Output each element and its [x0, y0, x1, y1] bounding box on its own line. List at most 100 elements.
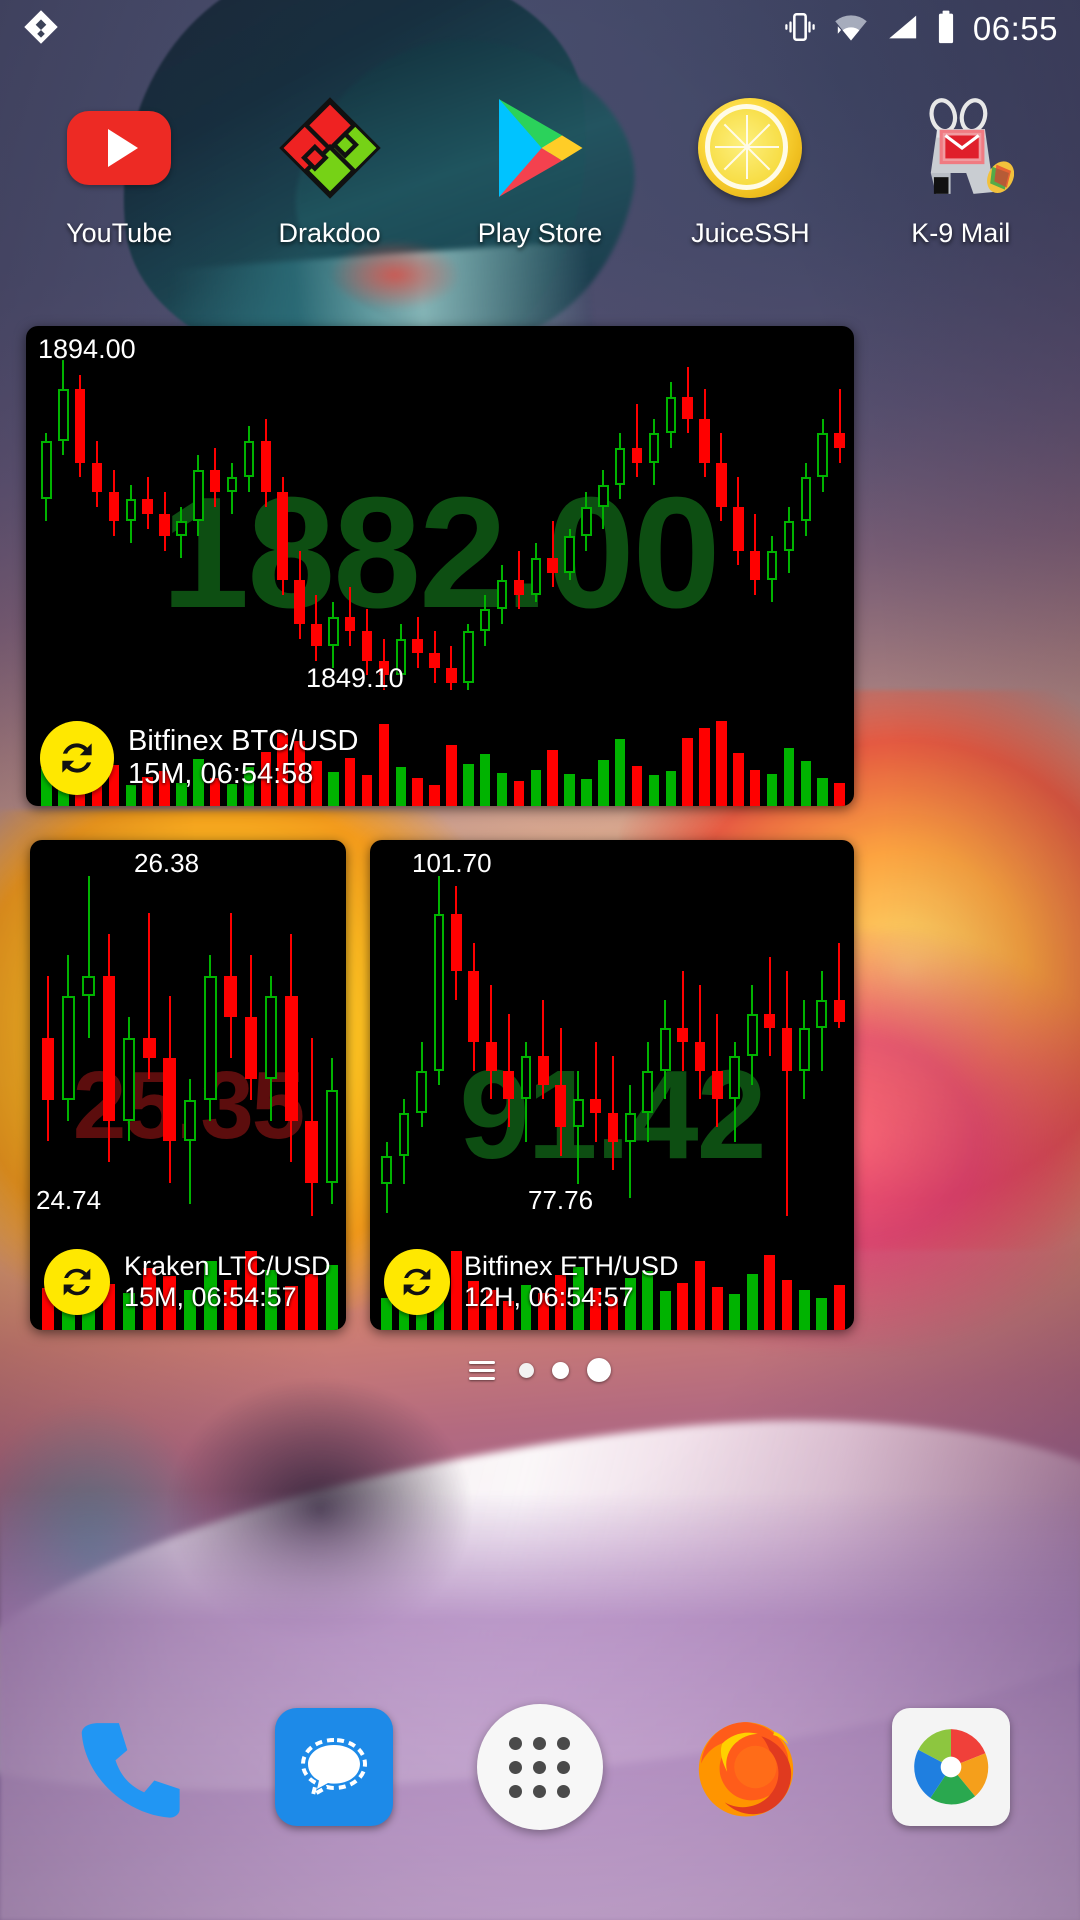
app-icon-juicessh[interactable]: JuiceSSH [655, 92, 845, 249]
candle [224, 876, 237, 1216]
candle [325, 876, 339, 1216]
candle [378, 360, 390, 690]
candle [450, 876, 462, 1216]
widget-chart-ltc[interactable]: 26.38 25.35 24.74 Kraken LTC/USD 15M, 06… [30, 840, 346, 1330]
candle [677, 876, 688, 1216]
status-bar-system-icons[interactable]: 06:55 [783, 10, 1058, 49]
candle [41, 876, 55, 1216]
app-label-youtube: YouTube [66, 218, 173, 248]
drakdoo-icon [274, 92, 386, 204]
candle [598, 360, 609, 690]
candle [102, 876, 116, 1216]
candle [260, 360, 272, 690]
candle [183, 876, 197, 1216]
dock-item-messaging[interactable] [259, 1692, 409, 1842]
k9-mail-icon [905, 92, 1017, 204]
candle [817, 360, 828, 690]
eth-widget-footer[interactable]: Bitfinex ETH/USD 12H, 06:54:57 [370, 1234, 854, 1330]
gallery-icon [892, 1708, 1011, 1826]
candle [712, 876, 723, 1216]
eth-high-label: 101.70 [412, 848, 492, 878]
candle [412, 360, 423, 690]
play-store-icon [484, 92, 596, 204]
home-app-grid: YouTube Drakdoo Play Store JuiceSSH K-9 … [0, 92, 1080, 249]
candle [607, 876, 619, 1216]
candle [344, 360, 356, 690]
refresh-icon[interactable] [40, 721, 114, 795]
candle [361, 360, 373, 690]
candle [816, 876, 828, 1216]
candle [41, 360, 52, 690]
dock-item-gallery[interactable] [876, 1692, 1026, 1842]
candle [485, 876, 497, 1216]
app-icon-drakdoo[interactable]: Drakdoo [235, 92, 425, 249]
candle [716, 360, 727, 690]
app-icon-youtube[interactable]: YouTube [24, 92, 214, 249]
candle [555, 876, 567, 1216]
wifi-icon [833, 12, 869, 47]
candle [125, 360, 137, 690]
candle [590, 876, 601, 1216]
phone-icon [81, 1723, 180, 1818]
candle [682, 360, 693, 690]
candle [659, 876, 671, 1216]
candle [74, 360, 86, 690]
candle [631, 360, 643, 690]
candle [264, 876, 278, 1216]
refresh-icon[interactable] [384, 1249, 450, 1315]
page-dot-3-active[interactable] [587, 1358, 611, 1382]
eth-meta-label: 12H, 06:54:57 [464, 1282, 634, 1312]
firefox-icon [698, 1722, 793, 1817]
widget-chart-eth[interactable]: 101.70 91.42 77.76 Bitfinex ETH/USD 12H,… [370, 840, 854, 1330]
app-drawer-icon [476, 1704, 603, 1830]
app-label-k9-mail: K-9 Mail [911, 218, 1011, 248]
widget-chart-btc[interactable]: 1894.00 1882.00 1849.10 Bitfinex BTC/USD… [26, 326, 854, 806]
candle [142, 360, 153, 690]
messaging-icon [275, 1708, 394, 1826]
candle [564, 360, 575, 690]
eth-low-label: 77.76 [528, 1185, 594, 1215]
candle [614, 360, 626, 690]
candle [143, 876, 156, 1216]
youtube-icon [63, 92, 175, 204]
candle [746, 876, 758, 1216]
candle [783, 360, 795, 690]
btc-meta-label: 15M, 06:54:58 [128, 758, 314, 790]
ltc-widget-footer[interactable]: Kraken LTC/USD 15M, 06:54:57 [30, 1234, 346, 1330]
page-dot-1[interactable] [519, 1362, 534, 1378]
candle [285, 876, 298, 1216]
candle [163, 876, 176, 1216]
candle [193, 360, 204, 690]
dock [0, 1672, 1080, 1862]
app-icon-k9-mail[interactable]: K-9 Mail [866, 92, 1056, 249]
candle [176, 360, 187, 690]
cellular-signal-icon [885, 12, 919, 47]
app-label-play-store: Play Store [477, 218, 603, 248]
candle [209, 360, 221, 690]
refresh-icon[interactable] [44, 1249, 110, 1315]
candle [58, 360, 69, 690]
candle [463, 360, 474, 690]
candle [642, 876, 654, 1216]
dock-item-app-drawer[interactable] [465, 1692, 615, 1842]
candle [834, 360, 845, 690]
dock-item-firefox[interactable] [671, 1692, 821, 1842]
btc-widget-footer[interactable]: Bitfinex BTC/USD 15M, 06:54:58 [26, 710, 854, 806]
candle [159, 360, 170, 690]
candle [665, 360, 677, 690]
candle [800, 360, 812, 690]
candle [503, 876, 514, 1216]
btc-low-label: 1849.10 [306, 663, 404, 693]
page-indicator[interactable] [0, 1340, 1080, 1400]
candle [446, 360, 457, 690]
status-bar[interactable]: 06:55 [0, 0, 1080, 58]
page-dot-2[interactable] [552, 1361, 569, 1379]
candle [305, 876, 318, 1216]
dock-item-phone[interactable] [54, 1692, 204, 1842]
status-bar-notifications[interactable] [22, 8, 60, 51]
page-menu-icon[interactable] [469, 1360, 495, 1380]
candle [468, 876, 480, 1216]
app-icon-play-store[interactable]: Play Store [445, 92, 635, 249]
ltc-meta-label: 15M, 06:54:57 [124, 1282, 297, 1312]
app-label-juicessh: JuiceSSH [691, 218, 810, 248]
